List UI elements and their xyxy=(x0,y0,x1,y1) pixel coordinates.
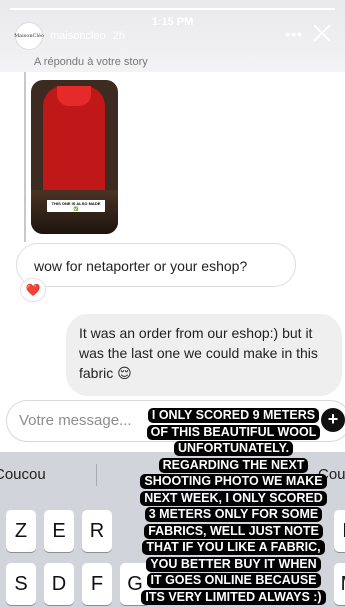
suggestion-1[interactable]: Coucou xyxy=(0,466,46,483)
overlay-line: YOU BETTER BUY IT WHEN xyxy=(146,556,321,572)
overlay-line: NEXT WEEK, I ONLY SCORED xyxy=(140,490,327,506)
story-text-overlay: I ONLY SCORED 9 METERS OF THIS BEAUTIFUL … xyxy=(136,407,331,605)
dm-screen: 1:15 PM MaisonCléo maisoncleo 2h ••• A r… xyxy=(0,0,345,607)
garment-collar xyxy=(57,86,91,106)
story-progress-bar xyxy=(10,8,335,10)
overlay-line: REGARDING THE NEXT xyxy=(158,457,309,473)
overlay-line: I ONLY SCORED 9 METERS xyxy=(147,408,320,423)
reply-label: A répondu à votre story xyxy=(34,56,148,68)
key-d[interactable]: D xyxy=(44,563,74,605)
incoming-message[interactable]: wow for netaporter or your eshop? xyxy=(16,243,296,287)
key-f[interactable]: F xyxy=(82,563,112,605)
suggestion-divider xyxy=(96,464,97,486)
overlay-line: 3 METERS ONLY FOR SOME xyxy=(144,507,323,522)
overlay-line: ITS VERY LIMITED ALWAYS :) xyxy=(141,589,326,605)
key-p[interactable]: P xyxy=(334,510,345,552)
post-time: 2h xyxy=(112,30,125,42)
story-thumbnail[interactable]: THIS ONE IS ALSO MADE ✅ xyxy=(31,80,118,234)
avatar[interactable]: MaisonCléo xyxy=(14,22,44,50)
author-name[interactable]: maisoncleo xyxy=(50,30,106,42)
thumbnail-caption: THIS ONE IS ALSO MADE ✅ xyxy=(47,200,105,212)
key-s[interactable]: S xyxy=(6,563,36,605)
reply-quote-line xyxy=(24,72,26,242)
outgoing-message[interactable]: It was an order from our eshop:) but it … xyxy=(66,314,342,396)
overlay-line: FABRICS, WELL JUST NOTE xyxy=(144,523,323,539)
key-m[interactable]: M xyxy=(334,563,345,605)
story-progress-fill xyxy=(10,8,335,10)
overlay-line: IT GOES ONLINE BECAUSE xyxy=(146,573,321,588)
key-e[interactable]: E xyxy=(44,510,74,552)
close-icon[interactable] xyxy=(311,22,333,44)
overlay-line: SHOOTING PHOTO WE MAKE xyxy=(140,474,327,489)
heart-reaction-icon[interactable]: ❤️ xyxy=(20,278,46,302)
thumbnail-floor xyxy=(31,190,118,234)
more-horizontal-icon[interactable]: ••• xyxy=(285,26,303,42)
overlay-line: UNFORTUNATELY. xyxy=(173,441,294,456)
author-line[interactable]: maisoncleo 2h xyxy=(50,30,125,42)
key-z[interactable]: Z xyxy=(6,510,36,552)
key-r[interactable]: R xyxy=(82,510,112,552)
overlay-line: OF THIS BEAUTIFUL WOOL xyxy=(146,424,321,440)
overlay-line: THAT IF YOU LIKE A FABRIC, xyxy=(142,540,325,555)
